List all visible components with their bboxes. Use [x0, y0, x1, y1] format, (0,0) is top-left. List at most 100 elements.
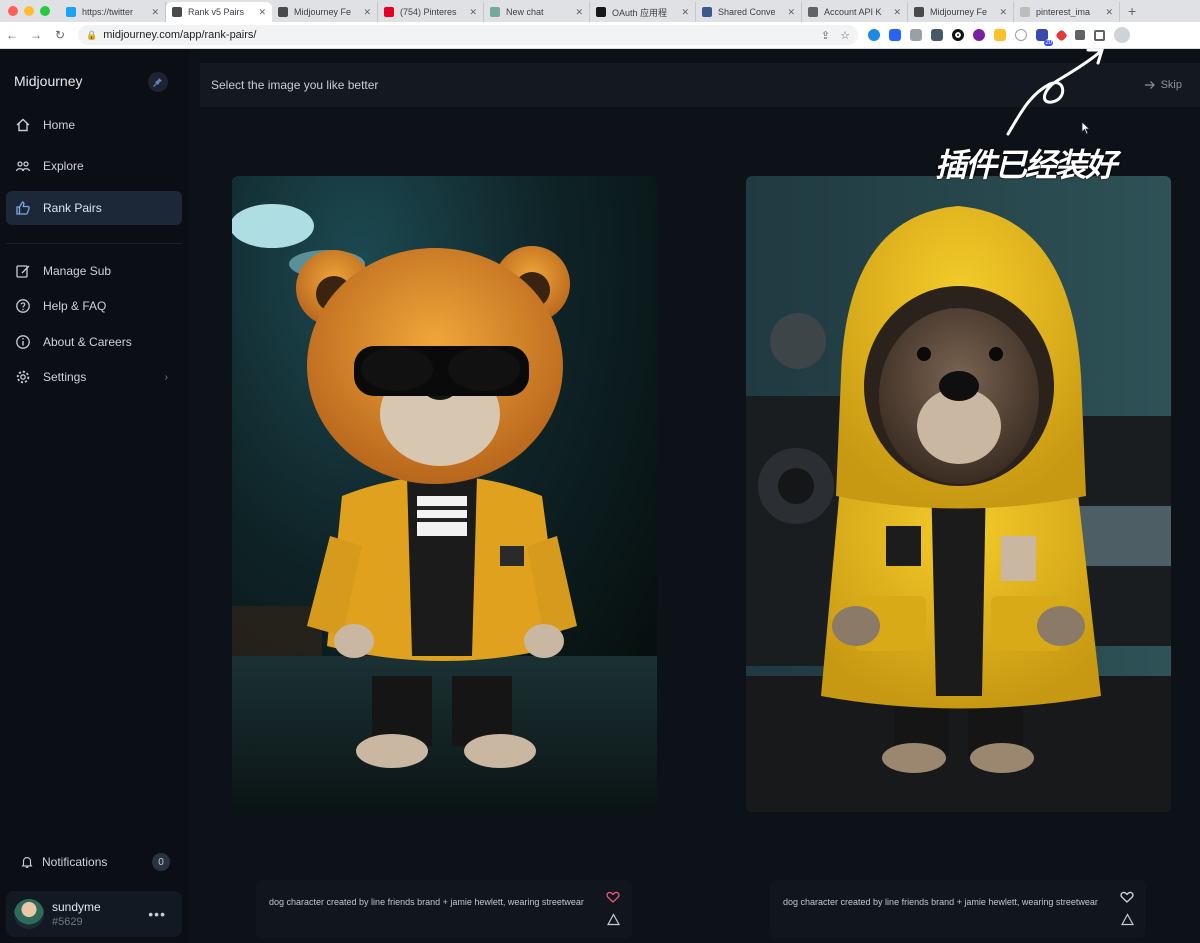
- explore-icon: [15, 161, 31, 172]
- sidebar-item-manage-sub[interactable]: Manage Sub: [6, 254, 182, 288]
- address-bar[interactable]: 🔒 midjourney.com/app/rank-pairs/ ⇪ ☆: [78, 25, 858, 45]
- report-warning-icon[interactable]: [607, 913, 620, 926]
- close-tab-icon[interactable]: ✕: [787, 7, 795, 18]
- caption-card-left: dog character created by line friends br…: [256, 880, 632, 938]
- notifications-count-badge: 0: [152, 853, 170, 871]
- chatgpt-icon: [490, 7, 500, 17]
- bookmark-star-icon[interactable]: ☆: [840, 29, 850, 42]
- user-info: sundyme #5629: [52, 900, 101, 928]
- lock-icon: 🔒: [86, 29, 98, 40]
- skip-button[interactable]: Skip: [1144, 79, 1182, 91]
- pinterest-extension-icon[interactable]: [1055, 28, 1068, 42]
- extension-icon[interactable]: [910, 29, 922, 41]
- sidebar: Midjourney Home Explore Rank Pairs Manag…: [0, 50, 190, 943]
- sidebar-item-label: Help & FAQ: [43, 299, 107, 313]
- info-icon: [16, 335, 30, 349]
- report-warning-icon[interactable]: [1121, 913, 1134, 926]
- sidebar-item-label: Explore: [43, 159, 84, 173]
- sidebar-divider: [6, 243, 182, 244]
- prompt-text: dog character created by line friends br…: [783, 897, 1098, 907]
- share-icon[interactable]: ⇪: [821, 29, 830, 42]
- home-icon: [16, 118, 30, 132]
- chevron-right-icon: ›: [164, 371, 168, 383]
- close-tab-icon[interactable]: ✕: [893, 7, 901, 18]
- new-tab-button[interactable]: +: [1120, 3, 1144, 22]
- forward-icon[interactable]: →: [24, 28, 48, 42]
- extension-icon[interactable]: [931, 29, 943, 41]
- browser-tab[interactable]: pinterest_ima ✕: [1014, 2, 1120, 22]
- gear-icon: [16, 370, 30, 384]
- heart-icon[interactable]: [1120, 890, 1134, 904]
- browser-tab[interactable]: Midjourney Fe ✕: [908, 2, 1014, 22]
- url-text: midjourney.com/app/rank-pairs/: [103, 29, 257, 41]
- browser-tab[interactable]: New chat ✕: [484, 2, 590, 22]
- close-tab-icon[interactable]: ✕: [681, 7, 689, 18]
- username: sundyme: [52, 900, 101, 914]
- back-icon[interactable]: ←: [0, 28, 24, 42]
- browser-tab[interactable]: (754) Pinteres ✕: [378, 2, 484, 22]
- sidebar-item-explore[interactable]: Explore: [6, 149, 182, 183]
- extension-icon[interactable]: [889, 29, 901, 41]
- extension-icon[interactable]: [1015, 29, 1027, 41]
- prompt-text: dog character created by line friends br…: [269, 897, 584, 907]
- browser-tab[interactable]: Account API K ✕: [802, 2, 908, 22]
- page-icon: [1020, 7, 1030, 17]
- bell-icon: [21, 857, 33, 868]
- notifications-button[interactable]: Notifications 0: [20, 850, 170, 874]
- side-panel-icon[interactable]: [1094, 29, 1105, 41]
- sidebar-item-help[interactable]: Help & FAQ: [6, 289, 182, 323]
- sidebar-item-about[interactable]: About & Careers: [6, 325, 182, 359]
- close-tab-icon[interactable]: ✕: [258, 7, 266, 18]
- browser-tab[interactable]: https://twitter ✕: [60, 2, 166, 22]
- sidebar-item-rank-pairs[interactable]: Rank Pairs: [6, 191, 182, 225]
- more-options-icon[interactable]: •••: [148, 906, 166, 922]
- minimize-window-button[interactable]: [24, 6, 34, 16]
- browser-tab[interactable]: OAuth 应用程 ✕: [590, 2, 696, 22]
- caption-card-right: dog character created by line friends br…: [770, 880, 1146, 938]
- pin-icon[interactable]: [148, 72, 168, 92]
- puzzle-icon[interactable]: [1075, 30, 1085, 40]
- candidate-image-right[interactable]: [746, 176, 1171, 812]
- close-tab-icon[interactable]: ✕: [363, 7, 371, 18]
- twitter-icon: [66, 7, 76, 17]
- extension-icon[interactable]: [868, 29, 880, 41]
- candidate-image-left[interactable]: [232, 176, 657, 812]
- browser-tab-active[interactable]: Rank v5 Pairs ✕: [166, 2, 272, 22]
- openai-icon: [808, 7, 818, 17]
- close-tab-icon[interactable]: ✕: [575, 7, 583, 18]
- pinterest-icon: [384, 7, 394, 17]
- sidebar-item-home[interactable]: Home: [6, 108, 182, 142]
- user-profile[interactable]: sundyme #5629 •••: [6, 891, 182, 937]
- close-tab-icon[interactable]: ✕: [469, 7, 477, 18]
- sidebar-item-label: Settings: [43, 370, 87, 384]
- notifications-label: Notifications: [42, 855, 108, 869]
- reload-icon[interactable]: ↻: [48, 28, 72, 42]
- close-tab-icon[interactable]: ✕: [1105, 7, 1113, 18]
- maximize-window-button[interactable]: [40, 6, 50, 16]
- extension-icon[interactable]: [952, 29, 964, 41]
- heart-icon[interactable]: [606, 890, 620, 904]
- midjourney-icon: [914, 7, 924, 17]
- extension-icon[interactable]: 20: [1036, 29, 1053, 46]
- avatar: [14, 899, 44, 929]
- sidebar-item-label: Manage Sub: [43, 264, 112, 278]
- sidebar-item-settings[interactable]: Settings ›: [6, 360, 182, 394]
- close-tab-icon[interactable]: ✕: [999, 7, 1007, 18]
- extension-icon[interactable]: [973, 29, 985, 41]
- browser-tab-strip: https://twitter ✕ Rank v5 Pairs ✕ Midjourn…: [0, 0, 1200, 22]
- profile-avatar[interactable]: [1114, 27, 1130, 43]
- thumbs-up-icon: [16, 201, 30, 215]
- sidebar-item-label: Rank Pairs: [43, 201, 102, 215]
- browser-tab[interactable]: Shared Conve ✕: [696, 2, 802, 22]
- bear-hoodie-image: [746, 176, 1171, 812]
- close-tab-icon[interactable]: ✕: [151, 7, 159, 18]
- extension-icon[interactable]: [994, 29, 1006, 41]
- github-icon: [596, 7, 606, 17]
- annotation-text: 插件已经装好: [935, 147, 1117, 183]
- brand-logo[interactable]: Midjourney: [14, 73, 82, 89]
- browser-tab[interactable]: Midjourney Fe ✕: [272, 2, 378, 22]
- help-icon: [16, 299, 30, 313]
- window-controls: [0, 6, 60, 22]
- close-window-button[interactable]: [8, 6, 18, 16]
- edit-icon: [16, 265, 30, 278]
